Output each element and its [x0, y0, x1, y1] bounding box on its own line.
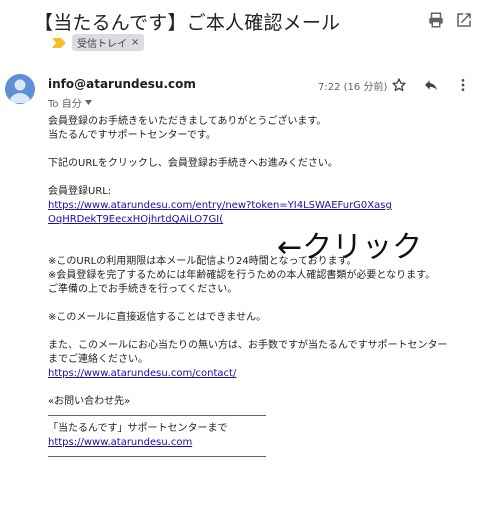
reply-icon[interactable]: [423, 77, 439, 93]
divider: [48, 415, 266, 416]
avatar-icon[interactable]: [5, 74, 35, 104]
body-line: ※このメールに直接返信することはできません。: [48, 312, 267, 323]
body-line: ご準備の上でお手続きを行ってください。: [48, 284, 238, 295]
label-arrow-icon: [52, 37, 66, 48]
email-body: 会員登録のお手続きをいただきましてありがとうございます。 当たるんですサポートセ…: [48, 115, 448, 463]
print-icon[interactable]: [427, 11, 445, 29]
star-icon[interactable]: [391, 77, 407, 93]
body-line: 下記のURLをクリックし、会員登録お手続きへお進みください。: [48, 158, 338, 169]
open-in-new-icon[interactable]: [455, 11, 473, 29]
body-line: 会員登録URL:: [48, 186, 112, 197]
body-line: までご連絡ください。: [48, 354, 148, 365]
chevron-down-icon[interactable]: [84, 100, 92, 105]
body-line: 「当たるんです」サポートセンターまで: [48, 423, 228, 434]
more-vert-icon[interactable]: [455, 77, 471, 93]
inbox-label-text: 受信トレイ: [77, 39, 127, 50]
body-line: «お問い合わせ先»: [48, 396, 131, 407]
body-line: また、このメールにお心当たりの無い方は、お手数ですが当たるんですサポートセンター: [48, 340, 448, 351]
body-line: 当たるんですサポートセンターです。: [48, 130, 216, 141]
body-line: 会員登録のお手続きをいただきましてありがとうございます。: [48, 116, 327, 127]
timestamp: 7:22 (16 分前): [318, 82, 388, 93]
contact-url-link[interactable]: https://www.atarundesu.com/contact/: [48, 368, 236, 379]
registration-url-link[interactable]: https://www.atarundesu.com/entry/new?tok…: [48, 200, 392, 211]
divider: [48, 456, 266, 457]
recipient-line[interactable]: To 自分: [48, 95, 92, 110]
recipient-text: To 自分: [48, 99, 82, 110]
click-annotation: ←クリック: [277, 230, 423, 265]
inbox-label-chip[interactable]: 受信トレイ ×: [72, 34, 145, 51]
email-subject: 【当たるんです】ご本人確認メール: [34, 12, 341, 34]
sender-address: info@atarundesu.com: [48, 77, 196, 91]
label-row: 受信トレイ ×: [52, 34, 145, 51]
homepage-url-link[interactable]: https://www.atarundesu.com: [48, 437, 192, 448]
remove-label-button[interactable]: ×: [131, 37, 139, 48]
body-line: ※会員登録を完了するためには年齢確認を行うための本人確認書類が必要となります。: [48, 270, 436, 281]
registration-url-link-cont[interactable]: OqHRDekT9EecxHOjhrtdQAiLO7GI(: [48, 214, 223, 225]
